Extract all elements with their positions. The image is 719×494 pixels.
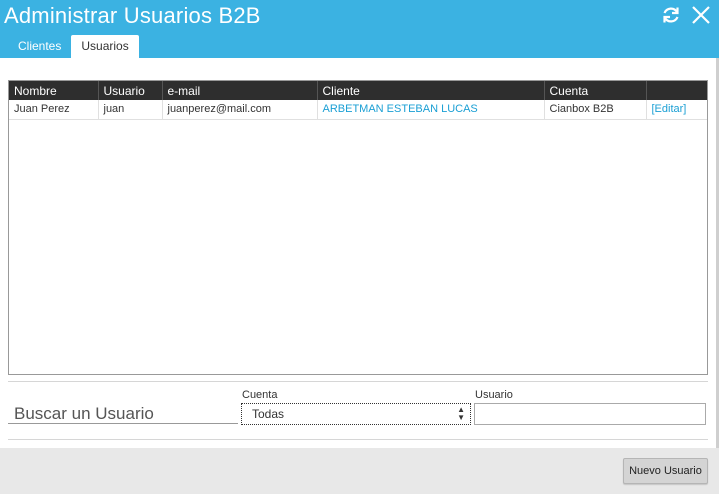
- column-header-email[interactable]: e-mail: [162, 81, 318, 100]
- cell-nombre: Juan Perez: [9, 100, 99, 120]
- search-title-underline: [8, 423, 238, 424]
- tab-bar: Clientes Usuarios: [8, 35, 139, 58]
- cuenta-label: Cuenta: [242, 389, 278, 401]
- column-header-usuario[interactable]: Usuario: [98, 81, 163, 100]
- close-icon[interactable]: [690, 4, 712, 26]
- tab-clientes[interactable]: Clientes: [8, 35, 71, 58]
- cell-actions: [Editar]: [646, 100, 707, 120]
- column-header-cuenta[interactable]: Cuenta: [544, 81, 647, 100]
- cuenta-select[interactable]: Todas ▲ ▼: [241, 403, 471, 425]
- cell-cuenta: Cianbox B2B: [544, 100, 647, 120]
- window-title: Administrar Usuarios B2B: [4, 3, 261, 28]
- edit-link[interactable]: [Editar]: [652, 103, 687, 115]
- usuario-label: Usuario: [475, 389, 513, 401]
- cell-cliente[interactable]: ARBETMAN ESTEBAN LUCAS: [317, 100, 545, 120]
- tab-usuarios[interactable]: Usuarios: [71, 35, 139, 58]
- table-row[interactable]: Juan Perez juan juanperez@mail.com ARBET…: [9, 100, 707, 120]
- nuevo-usuario-button[interactable]: Nuevo Usuario: [623, 458, 708, 484]
- cell-email: juanperez@mail.com: [162, 100, 318, 120]
- select-arrows-icon: ▲ ▼: [457, 405, 465, 422]
- divider: [8, 381, 708, 382]
- refresh-icon[interactable]: [660, 4, 682, 26]
- usuario-search-input[interactable]: [474, 403, 706, 425]
- grid-header-row: Nombre Usuario e-mail Cliente Cuenta: [9, 81, 707, 100]
- column-header-cliente[interactable]: Cliente: [317, 81, 545, 100]
- cell-usuario: juan: [98, 100, 163, 120]
- cuenta-select-value: Todas: [252, 407, 285, 421]
- divider: [8, 439, 708, 440]
- column-header-nombre[interactable]: Nombre: [9, 81, 99, 100]
- users-grid: Nombre Usuario e-mail Cliente Cuenta Jua…: [8, 80, 708, 375]
- column-header-actions: [646, 81, 707, 100]
- search-title: Buscar un Usuario: [14, 404, 154, 423]
- window-header: Administrar Usuarios B2B Clientes Usuari…: [0, 0, 719, 58]
